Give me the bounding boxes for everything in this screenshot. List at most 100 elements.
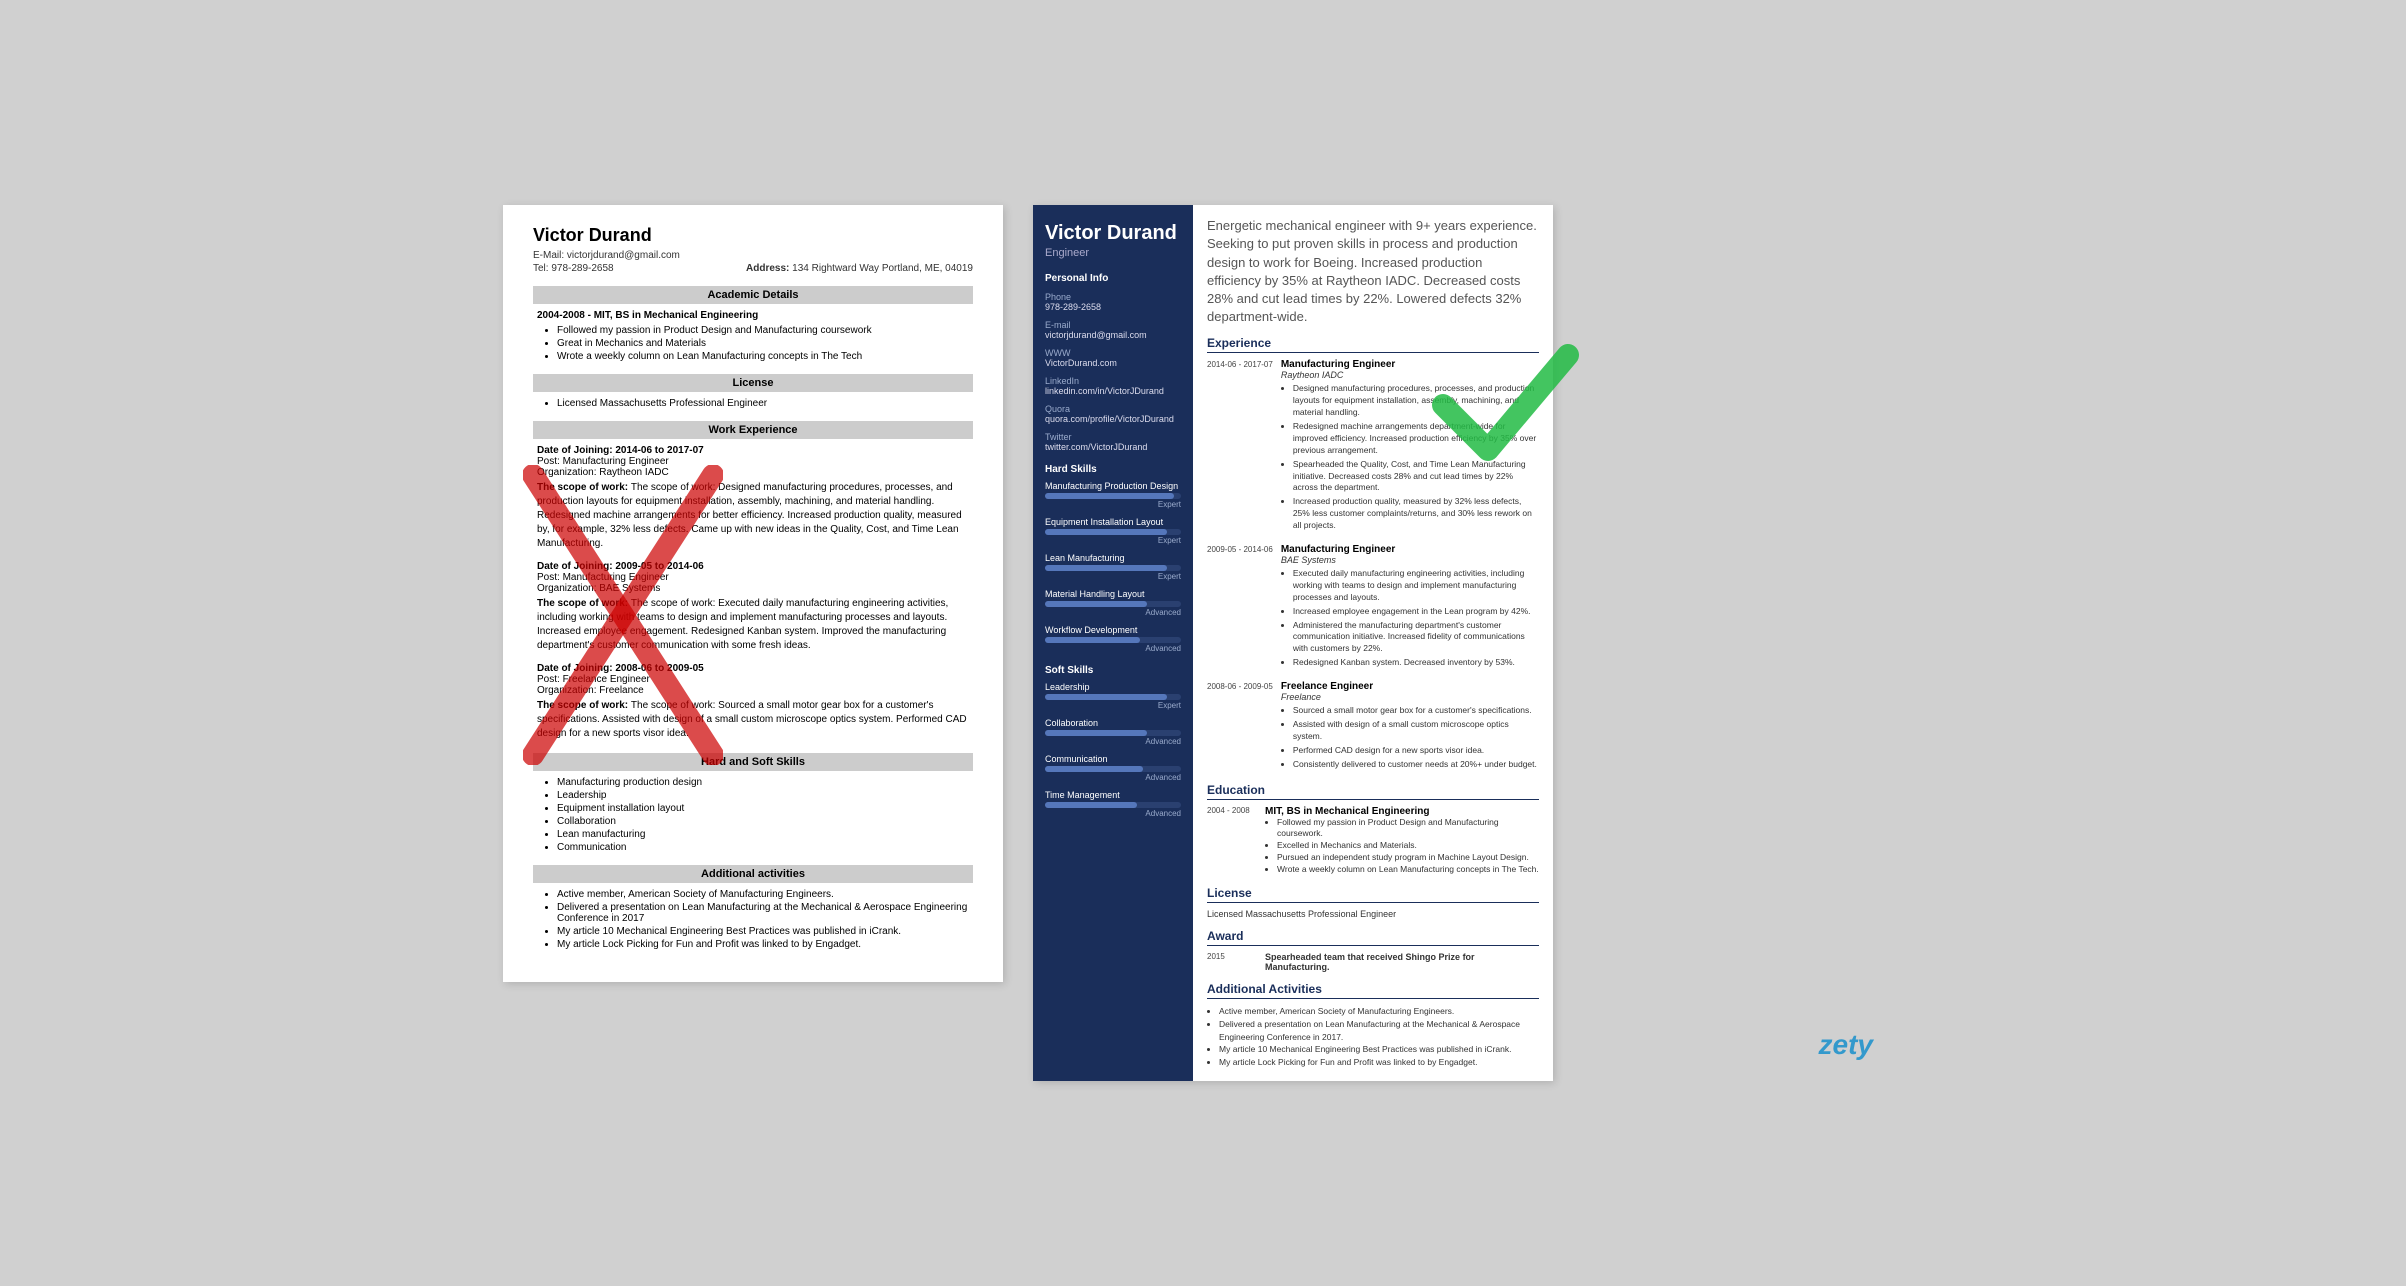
linkedin-label: LinkedIn bbox=[1045, 376, 1181, 386]
exp3-b1: Sourced a small motor gear box for a cus… bbox=[1293, 705, 1539, 717]
right-exp-3-body: Freelance Engineer Freelance Sourced a s… bbox=[1281, 681, 1539, 772]
work-content: Date of Joining: 2014-06 to 2017-07 Post… bbox=[533, 445, 973, 741]
hard-skill-1-bar-fill bbox=[1045, 493, 1174, 499]
license-bullets: Licensed Massachusetts Professional Engi… bbox=[537, 398, 973, 409]
soft-skill-2-level: Advanced bbox=[1045, 737, 1181, 746]
exp1-b2: Redesigned machine arrangements departme… bbox=[1293, 421, 1539, 457]
add-r-b4: My article Lock Picking for Fun and Prof… bbox=[1219, 1056, 1539, 1069]
right-title: Engineer bbox=[1045, 247, 1181, 259]
add-bullet-4: My article Lock Picking for Fun and Prof… bbox=[557, 939, 973, 950]
award-title-r: Award bbox=[1207, 929, 1539, 946]
right-exp-3-org: Freelance bbox=[1281, 692, 1539, 702]
sidebar: Victor Durand Engineer Personal Info Pho… bbox=[1033, 205, 1193, 1081]
phone-value: 978-289-2658 bbox=[1045, 302, 1181, 312]
work2-org: Organization: BAE Systems bbox=[537, 583, 973, 594]
contact-email: E-mail victorjdurand@gmail.com bbox=[1045, 320, 1181, 340]
work1-org: Organization: Raytheon IADC bbox=[537, 467, 973, 478]
tel-value: 978-289-2658 bbox=[551, 263, 613, 274]
address-line: Address: 134 Rightward Way Portland, ME,… bbox=[746, 263, 973, 274]
soft-skill-4-name: Time Management bbox=[1045, 790, 1181, 800]
left-contact-row: Tel: 978-289-2658 Address: 134 Rightward… bbox=[533, 263, 973, 274]
edu1-b3: Pursued an independent study program in … bbox=[1277, 852, 1539, 864]
additional-header: Additional activities bbox=[533, 865, 973, 883]
add-bullet-2: Delivered a presentation on Lean Manufac… bbox=[557, 902, 973, 924]
additional-content: Active member, American Society of Manuf… bbox=[533, 889, 973, 950]
work-entry-2: Date of Joining: 2009-05 to 2014-06 Post… bbox=[537, 561, 973, 653]
email-value-r: victorjdurand@gmail.com bbox=[1045, 330, 1181, 340]
work3-date: Date of Joining: 2008-06 to 2009-05 bbox=[537, 663, 973, 674]
right-edu-1-bullets: Followed my passion in Product Design an… bbox=[1265, 817, 1539, 876]
skill-bullet-1: Manufacturing production design bbox=[557, 777, 973, 788]
right-exp-2-org: BAE Systems bbox=[1281, 555, 1539, 565]
right-edu-1: 2004 - 2008 MIT, BS in Mechanical Engine… bbox=[1207, 806, 1539, 876]
exp1-b4: Increased production quality, measured b… bbox=[1293, 496, 1539, 532]
work2-date: Date of Joining: 2009-05 to 2014-06 bbox=[537, 561, 973, 572]
soft-skill-3: Communication Advanced bbox=[1045, 754, 1181, 782]
hard-skill-3-name: Lean Manufacturing bbox=[1045, 553, 1181, 563]
degree-line: 2004-2008 - MIT, BS in Mechanical Engine… bbox=[537, 310, 973, 321]
soft-skill-4-bar-fill bbox=[1045, 802, 1137, 808]
soft-skill-1-bar-fill bbox=[1045, 694, 1167, 700]
email-label: E-Mail: bbox=[533, 250, 564, 261]
left-email-line: E-Mail: victorjdurand@gmail.com bbox=[533, 250, 973, 261]
right-exp-1-org: Raytheon IADC bbox=[1281, 370, 1539, 380]
work-header: Work Experience bbox=[533, 421, 973, 439]
right-edu-1-dates: 2004 - 2008 bbox=[1207, 806, 1257, 876]
soft-skill-1-bar-bg bbox=[1045, 694, 1181, 700]
hard-skill-1-name: Manufacturing Production Design bbox=[1045, 481, 1181, 491]
hard-skill-2-bar-bg bbox=[1045, 529, 1181, 535]
exp3-b3: Performed CAD design for a new sports vi… bbox=[1293, 745, 1539, 757]
skill-bullet-5: Lean manufacturing bbox=[557, 829, 973, 840]
soft-skill-3-bar-fill bbox=[1045, 766, 1143, 772]
right-exp-2-title: Manufacturing Engineer bbox=[1281, 544, 1539, 555]
main-content: Energetic mechanical engineer with 9+ ye… bbox=[1193, 205, 1553, 1081]
email-label-r: E-mail bbox=[1045, 320, 1181, 330]
right-edu-1-title: MIT, BS in Mechanical Engineering bbox=[1265, 806, 1539, 817]
soft-skill-4-bar-bg bbox=[1045, 802, 1181, 808]
additional-title-r: Additional Activities bbox=[1207, 982, 1539, 999]
skill-bullet-2: Leadership bbox=[557, 790, 973, 801]
hard-skill-5: Workflow Development Advanced bbox=[1045, 625, 1181, 653]
hard-skill-4-bar-fill bbox=[1045, 601, 1147, 607]
work1-post: Post: Manufacturing Engineer bbox=[537, 456, 973, 467]
right-exp-2: 2009-05 - 2014-06 Manufacturing Engineer… bbox=[1207, 544, 1539, 671]
www-value: VictorDurand.com bbox=[1045, 358, 1181, 368]
soft-skill-4-level: Advanced bbox=[1045, 809, 1181, 818]
right-summary: Energetic mechanical engineer with 9+ ye… bbox=[1207, 217, 1539, 326]
hard-skill-5-level: Advanced bbox=[1045, 644, 1181, 653]
hard-skill-5-name: Workflow Development bbox=[1045, 625, 1181, 635]
phone-label: Phone bbox=[1045, 292, 1181, 302]
right-exp-3-dates: 2008-06 - 2009-05 bbox=[1207, 681, 1273, 772]
right-edu-1-body: MIT, BS in Mechanical Engineering Follow… bbox=[1265, 806, 1539, 876]
hard-skill-4-level: Advanced bbox=[1045, 608, 1181, 617]
scope-label-1: The scope of work: bbox=[537, 482, 631, 493]
soft-skill-2-name: Collaboration bbox=[1045, 718, 1181, 728]
academic-bullets: Followed my passion in Product Design an… bbox=[537, 325, 973, 362]
email-value: victorjdurand@gmail.com bbox=[567, 250, 680, 261]
zety-logo: zety bbox=[1819, 1029, 1873, 1061]
award-text: Spearheaded team that received Shingo Pr… bbox=[1265, 952, 1539, 972]
right-exp-3-bullets: Sourced a small motor gear box for a cus… bbox=[1281, 705, 1539, 770]
additional-bullets-r: Active member, American Society of Manuf… bbox=[1207, 1005, 1539, 1069]
academic-bullet-2: Great in Mechanics and Materials bbox=[557, 338, 973, 349]
right-exp-1-title: Manufacturing Engineer bbox=[1281, 359, 1539, 370]
soft-skill-4: Time Management Advanced bbox=[1045, 790, 1181, 818]
quora-label: Quora bbox=[1045, 404, 1181, 414]
soft-skill-1-level: Expert bbox=[1045, 701, 1181, 710]
hard-skill-4-name: Material Handling Layout bbox=[1045, 589, 1181, 599]
hard-skill-2: Equipment Installation Layout Expert bbox=[1045, 517, 1181, 545]
contact-quora: Quora quora.com/profile/VictorJDurand bbox=[1045, 404, 1181, 424]
right-exp-3: 2008-06 - 2009-05 Freelance Engineer Fre… bbox=[1207, 681, 1539, 772]
contact-linkedin: LinkedIn linkedin.com/in/VictorJDurand bbox=[1045, 376, 1181, 396]
work1-scope: The scope of work: The scope of work: De… bbox=[537, 481, 973, 551]
exp3-b4: Consistently delivered to customer needs… bbox=[1293, 759, 1539, 771]
skill-bullet-3: Equipment installation layout bbox=[557, 803, 973, 814]
soft-skill-1: Leadership Expert bbox=[1045, 682, 1181, 710]
edu1-b2: Excelled in Mechanics and Materials. bbox=[1277, 840, 1539, 852]
add-r-b3: My article 10 Mechanical Engineering Bes… bbox=[1219, 1043, 1539, 1056]
work3-scope: The scope of work: The scope of work: So… bbox=[537, 699, 973, 741]
exp2-b3: Administered the manufacturing departmen… bbox=[1293, 620, 1539, 656]
hard-skill-3: Lean Manufacturing Expert bbox=[1045, 553, 1181, 581]
soft-skill-2-bar-fill bbox=[1045, 730, 1147, 736]
work3-org: Organization: Freelance bbox=[537, 685, 973, 696]
